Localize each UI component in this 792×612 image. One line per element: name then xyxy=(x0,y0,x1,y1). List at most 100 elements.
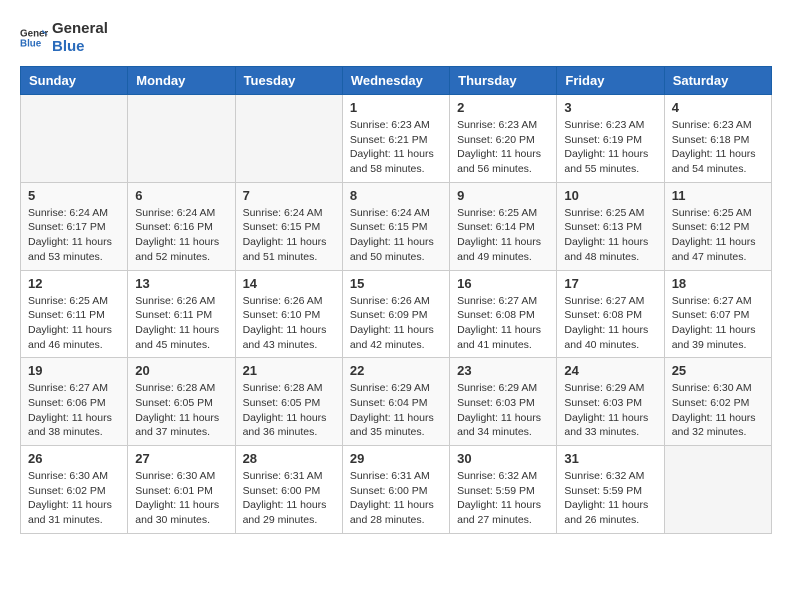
day-number: 9 xyxy=(457,188,549,203)
calendar-cell: 6Sunrise: 6:24 AM Sunset: 6:16 PM Daylig… xyxy=(128,182,235,270)
day-number: 26 xyxy=(28,451,120,466)
day-info: Sunrise: 6:30 AM Sunset: 6:02 PM Dayligh… xyxy=(672,381,764,440)
calendar-header-row: SundayMondayTuesdayWednesdayThursdayFrid… xyxy=(21,67,772,95)
calendar-cell: 5 Sunrise: 6:24 AM Sunset: 6:17 PM Daylig… xyxy=(21,182,128,270)
day-info: Sunrise: 6:24 AM Sunset: 6:15 PM Dayligh… xyxy=(350,206,442,265)
day-info: Sunrise: 6:30 AM Sunset: 6:01 PM Dayligh… xyxy=(135,469,227,528)
day-info: Sunrise: 6:26 AM Sunset: 6:11 PM Dayligh… xyxy=(135,294,227,353)
day-info: Sunrise: 6:31 AM Sunset: 6:00 PM Dayligh… xyxy=(243,469,335,528)
logo-general: General xyxy=(52,20,108,38)
day-number: 2 xyxy=(457,100,549,115)
calendar-cell xyxy=(21,95,128,183)
day-info: Sunrise: 6:23 AM Sunset: 6:21 PM Dayligh… xyxy=(350,118,442,177)
calendar-cell: 22 Sunrise: 6:29 AM Sunset: 6:04 PM Dayli… xyxy=(342,358,449,446)
calendar-cell: 23 Sunrise: 6:29 AM Sunset: 6:03 PM Dayli… xyxy=(450,358,557,446)
day-number: 18 xyxy=(672,276,764,291)
calendar-cell: 15Sunrise: 6:26 AM Sunset: 6:09 PM Dayli… xyxy=(342,270,449,358)
day-info: Sunrise: 6:24 AM Sunset: 6:17 PM Dayligh… xyxy=(28,206,120,265)
calendar-cell: 20Sunrise: 6:28 AM Sunset: 6:05 PM Dayli… xyxy=(128,358,235,446)
day-number: 7 xyxy=(243,188,335,203)
day-info: Sunrise: 6:27 AM Sunset: 6:06 PM Dayligh… xyxy=(28,381,120,440)
day-info: Sunrise: 6:31 AM Sunset: 6:00 PM Dayligh… xyxy=(350,469,442,528)
calendar-week-2: 5 Sunrise: 6:24 AM Sunset: 6:17 PM Daylig… xyxy=(21,182,772,270)
day-info: Sunrise: 6:25 AM Sunset: 6:13 PM Dayligh… xyxy=(564,206,656,265)
calendar: SundayMondayTuesdayWednesdayThursdayFrid… xyxy=(20,66,772,534)
calendar-cell: 18Sunrise: 6:27 AM Sunset: 6:07 PM Dayli… xyxy=(664,270,771,358)
day-number: 22 xyxy=(350,363,442,378)
calendar-week-4: 19 Sunrise: 6:27 AM Sunset: 6:06 PM Dayli… xyxy=(21,358,772,446)
day-number: 28 xyxy=(243,451,335,466)
calendar-cell: 16 Sunrise: 6:27 AM Sunset: 6:08 PM Dayli… xyxy=(450,270,557,358)
day-info: Sunrise: 6:29 AM Sunset: 6:03 PM Dayligh… xyxy=(564,381,656,440)
day-info: Sunrise: 6:27 AM Sunset: 6:08 PM Dayligh… xyxy=(457,294,549,353)
calendar-week-3: 12 Sunrise: 6:25 AM Sunset: 6:11 PM Dayli… xyxy=(21,270,772,358)
day-info: Sunrise: 6:32 AM Sunset: 5:59 PM Dayligh… xyxy=(457,469,549,528)
calendar-cell: 9 Sunrise: 6:25 AM Sunset: 6:14 PM Daylig… xyxy=(450,182,557,270)
calendar-cell: 29 Sunrise: 6:31 AM Sunset: 6:00 PM Dayli… xyxy=(342,446,449,534)
calendar-cell: 21 Sunrise: 6:28 AM Sunset: 6:05 PM Dayli… xyxy=(235,358,342,446)
calendar-cell: 24Sunrise: 6:29 AM Sunset: 6:03 PM Dayli… xyxy=(557,358,664,446)
day-number: 27 xyxy=(135,451,227,466)
day-number: 21 xyxy=(243,363,335,378)
day-info: Sunrise: 6:23 AM Sunset: 6:20 PM Dayligh… xyxy=(457,118,549,177)
calendar-cell: 28 Sunrise: 6:31 AM Sunset: 6:00 PM Dayli… xyxy=(235,446,342,534)
day-info: Sunrise: 6:25 AM Sunset: 6:11 PM Dayligh… xyxy=(28,294,120,353)
day-info: Sunrise: 6:27 AM Sunset: 6:08 PM Dayligh… xyxy=(564,294,656,353)
day-number: 29 xyxy=(350,451,442,466)
calendar-cell xyxy=(128,95,235,183)
calendar-cell: 3 Sunrise: 6:23 AM Sunset: 6:19 PM Daylig… xyxy=(557,95,664,183)
calendar-cell: 8 Sunrise: 6:24 AM Sunset: 6:15 PM Daylig… xyxy=(342,182,449,270)
calendar-cell: 27 Sunrise: 6:30 AM Sunset: 6:01 PM Dayli… xyxy=(128,446,235,534)
calendar-week-1: 1 Sunrise: 6:23 AM Sunset: 6:21 PM Daylig… xyxy=(21,95,772,183)
logo-blue: Blue xyxy=(52,38,108,56)
day-number: 1 xyxy=(350,100,442,115)
calendar-cell: 11 Sunrise: 6:25 AM Sunset: 6:12 PM Dayli… xyxy=(664,182,771,270)
day-info: Sunrise: 6:26 AM Sunset: 6:10 PM Dayligh… xyxy=(243,294,335,353)
calendar-cell: 4 Sunrise: 6:23 AM Sunset: 6:18 PM Daylig… xyxy=(664,95,771,183)
day-number: 23 xyxy=(457,363,549,378)
header-saturday: Saturday xyxy=(664,67,771,95)
header-friday: Friday xyxy=(557,67,664,95)
day-number: 3 xyxy=(564,100,656,115)
day-number: 17 xyxy=(564,276,656,291)
day-info: Sunrise: 6:24 AM Sunset: 6:15 PM Dayligh… xyxy=(243,206,335,265)
header-wednesday: Wednesday xyxy=(342,67,449,95)
day-info: Sunrise: 6:23 AM Sunset: 6:18 PM Dayligh… xyxy=(672,118,764,177)
day-number: 12 xyxy=(28,276,120,291)
day-number: 6 xyxy=(135,188,227,203)
logo-icon: General Blue xyxy=(20,24,48,52)
day-number: 4 xyxy=(672,100,764,115)
day-info: Sunrise: 6:25 AM Sunset: 6:12 PM Dayligh… xyxy=(672,206,764,265)
logo: General Blue General Blue xyxy=(20,20,108,56)
calendar-cell: 10 Sunrise: 6:25 AM Sunset: 6:13 PM Dayli… xyxy=(557,182,664,270)
calendar-cell xyxy=(235,95,342,183)
day-number: 19 xyxy=(28,363,120,378)
calendar-cell: 26Sunrise: 6:30 AM Sunset: 6:02 PM Dayli… xyxy=(21,446,128,534)
header-thursday: Thursday xyxy=(450,67,557,95)
day-number: 20 xyxy=(135,363,227,378)
day-number: 5 xyxy=(28,188,120,203)
day-number: 14 xyxy=(243,276,335,291)
calendar-cell: 13Sunrise: 6:26 AM Sunset: 6:11 PM Dayli… xyxy=(128,270,235,358)
day-info: Sunrise: 6:25 AM Sunset: 6:14 PM Dayligh… xyxy=(457,206,549,265)
day-info: Sunrise: 6:29 AM Sunset: 6:04 PM Dayligh… xyxy=(350,381,442,440)
day-info: Sunrise: 6:26 AM Sunset: 6:09 PM Dayligh… xyxy=(350,294,442,353)
calendar-cell xyxy=(664,446,771,534)
day-info: Sunrise: 6:23 AM Sunset: 6:19 PM Dayligh… xyxy=(564,118,656,177)
day-number: 31 xyxy=(564,451,656,466)
calendar-cell: 14 Sunrise: 6:26 AM Sunset: 6:10 PM Dayli… xyxy=(235,270,342,358)
header-sunday: Sunday xyxy=(21,67,128,95)
calendar-cell: 19 Sunrise: 6:27 AM Sunset: 6:06 PM Dayli… xyxy=(21,358,128,446)
day-number: 8 xyxy=(350,188,442,203)
day-number: 25 xyxy=(672,363,764,378)
calendar-cell: 30Sunrise: 6:32 AM Sunset: 5:59 PM Dayli… xyxy=(450,446,557,534)
day-info: Sunrise: 6:29 AM Sunset: 6:03 PM Dayligh… xyxy=(457,381,549,440)
calendar-cell: 7 Sunrise: 6:24 AM Sunset: 6:15 PM Daylig… xyxy=(235,182,342,270)
calendar-cell: 31Sunrise: 6:32 AM Sunset: 5:59 PM Dayli… xyxy=(557,446,664,534)
day-number: 10 xyxy=(564,188,656,203)
day-info: Sunrise: 6:28 AM Sunset: 6:05 PM Dayligh… xyxy=(243,381,335,440)
calendar-cell: 2 Sunrise: 6:23 AM Sunset: 6:20 PM Daylig… xyxy=(450,95,557,183)
header-monday: Monday xyxy=(128,67,235,95)
day-number: 16 xyxy=(457,276,549,291)
day-number: 11 xyxy=(672,188,764,203)
